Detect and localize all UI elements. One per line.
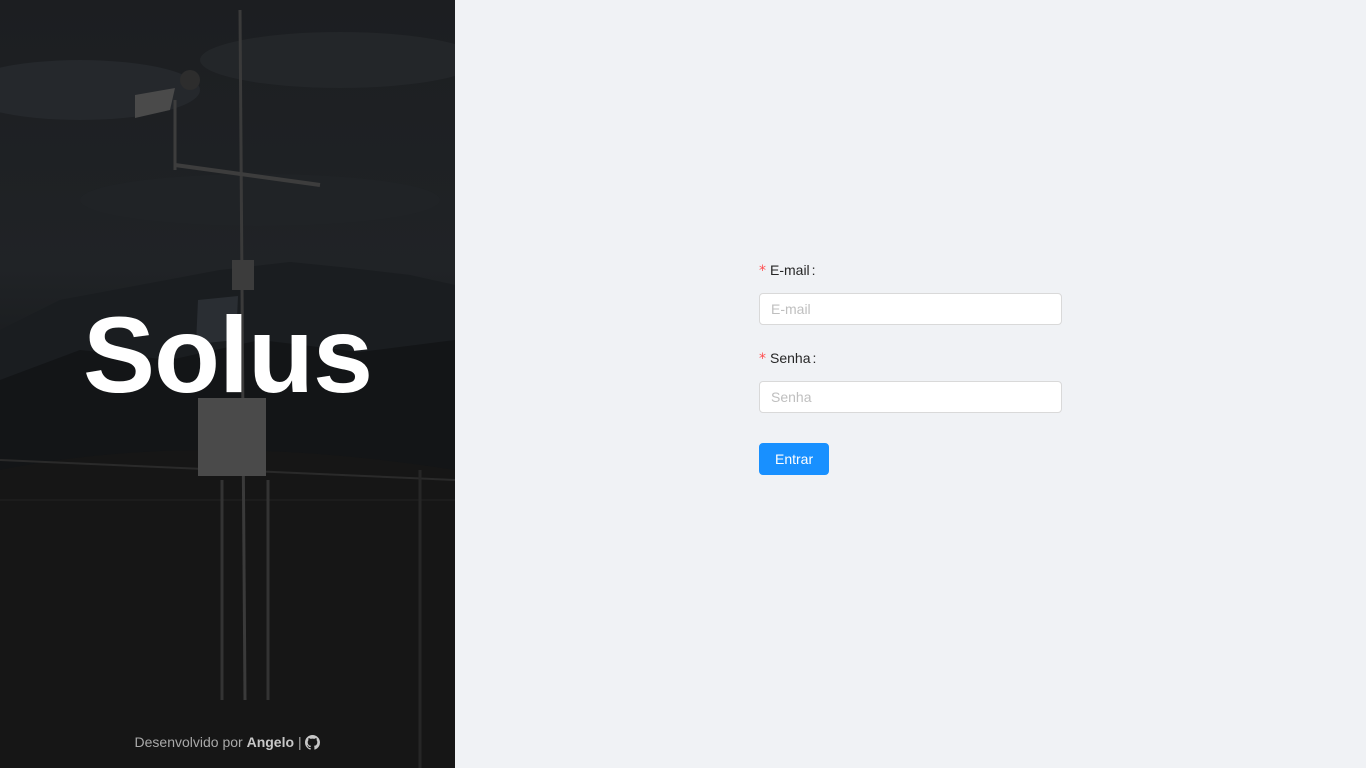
email-input[interactable] <box>759 293 1062 325</box>
label-colon: : <box>811 262 816 278</box>
password-label-text: Senha <box>770 350 811 366</box>
email-label: * E-mail: <box>759 259 1062 281</box>
required-mark: * <box>759 351 766 367</box>
hero-panel: Solus Desenvolvido por Angelo | <box>0 0 455 768</box>
author-name: Angelo <box>246 734 295 750</box>
login-form: *E-mail: *Senha: Entrar <box>759 259 1062 475</box>
login-page: Solus Desenvolvido por Angelo | * E-mail: <box>0 0 1366 768</box>
label-colon: : <box>812 350 817 366</box>
github-link[interactable] <box>305 734 321 750</box>
email-label-text: E-mail <box>770 262 810 278</box>
developer-credit: Desenvolvido por Angelo | <box>0 734 455 750</box>
credit-separator: | <box>297 734 302 750</box>
password-form-item: * Senha: <box>759 347 1062 413</box>
github-icon <box>305 735 321 750</box>
credit-prefix: Desenvolvido por <box>134 734 243 750</box>
login-button[interactable]: Entrar <box>759 443 830 475</box>
login-panel: *E-mail: *Senha: Entrar <box>455 0 1366 768</box>
app-title: Solus <box>82 294 373 415</box>
email-form-item: * E-mail: <box>759 259 1062 325</box>
password-input[interactable] <box>759 381 1062 413</box>
required-mark: * <box>759 263 766 279</box>
password-label: * Senha: <box>759 347 1062 369</box>
